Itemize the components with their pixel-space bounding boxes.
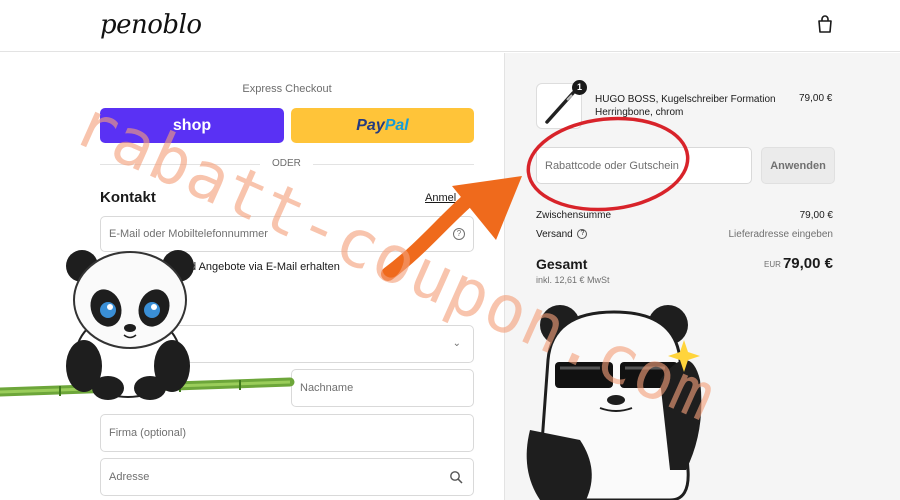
coupon-input[interactable]: Rabattcode oder Gutschein bbox=[536, 147, 752, 184]
total-value: 79,00 € bbox=[782, 255, 833, 272]
checkout-form-panel: Express Checkout shop Pay Pal ODER Kontak… bbox=[0, 53, 504, 500]
paypal-label-pay: Pay bbox=[356, 116, 385, 134]
login-link[interactable]: Anmel bbox=[425, 192, 456, 204]
express-checkout-title: Express Checkout bbox=[242, 83, 332, 95]
shipping-label-row: Versand ? bbox=[536, 229, 588, 240]
paypal-label-pal: Pal bbox=[384, 116, 409, 134]
help-icon[interactable]: ? bbox=[453, 228, 465, 240]
company-field[interactable]: Firma (optional) bbox=[100, 414, 474, 452]
newsletter-checkbox-label[interactable]: d Angebote via E-Mail erhalten bbox=[190, 261, 340, 273]
lastname-placeholder: Nachname bbox=[300, 382, 354, 394]
search-icon bbox=[450, 471, 463, 484]
total-label: Gesamt bbox=[536, 256, 588, 272]
subtotal-label: Zwischensumme bbox=[536, 210, 612, 221]
shopping-bag-icon[interactable] bbox=[815, 14, 835, 34]
order-summary-panel: 1 HUGO BOSS, Kugelschreiber Formation He… bbox=[504, 53, 900, 500]
address-placeholder: Adresse bbox=[109, 471, 150, 483]
address-field[interactable]: Adresse bbox=[100, 458, 474, 496]
help-icon[interactable]: ? bbox=[577, 229, 588, 240]
paypal-button[interactable]: Pay Pal bbox=[291, 108, 474, 143]
shop-pay-button[interactable]: shop bbox=[100, 108, 284, 143]
shipping-value: Lieferadresse eingeben bbox=[728, 229, 833, 240]
lastname-field[interactable]: Nachname bbox=[291, 369, 474, 407]
coupon-placeholder: Rabattcode oder Gutschein bbox=[545, 159, 679, 172]
contact-heading: Kontakt bbox=[100, 189, 156, 206]
vat-note: inkl. 12,61 € MwSt bbox=[536, 275, 610, 285]
email-placeholder: E-Mail oder Mobiltelefonnummer bbox=[109, 228, 268, 240]
product-name: HUGO BOSS, Kugelschreiber Formation Herr… bbox=[595, 94, 776, 118]
country-select[interactable]: ⌄ bbox=[100, 325, 474, 363]
total-currency: EUR bbox=[764, 260, 781, 269]
quantity-badge: 1 bbox=[572, 80, 587, 95]
chevron-down-icon: ⌄ bbox=[452, 338, 461, 349]
email-field[interactable]: E-Mail oder Mobiltelefonnummer ? bbox=[100, 216, 474, 252]
header: penoblo bbox=[0, 0, 900, 52]
company-placeholder: Firma (optional) bbox=[109, 427, 187, 439]
apply-coupon-button[interactable]: Anwenden bbox=[761, 147, 835, 184]
product-price: 79,00 € bbox=[799, 93, 833, 104]
shipping-label: Versand bbox=[536, 229, 573, 240]
logo[interactable]: penoblo bbox=[100, 10, 202, 40]
divider-label: ODER bbox=[260, 158, 313, 169]
subtotal-value: 79,00 € bbox=[799, 210, 833, 221]
